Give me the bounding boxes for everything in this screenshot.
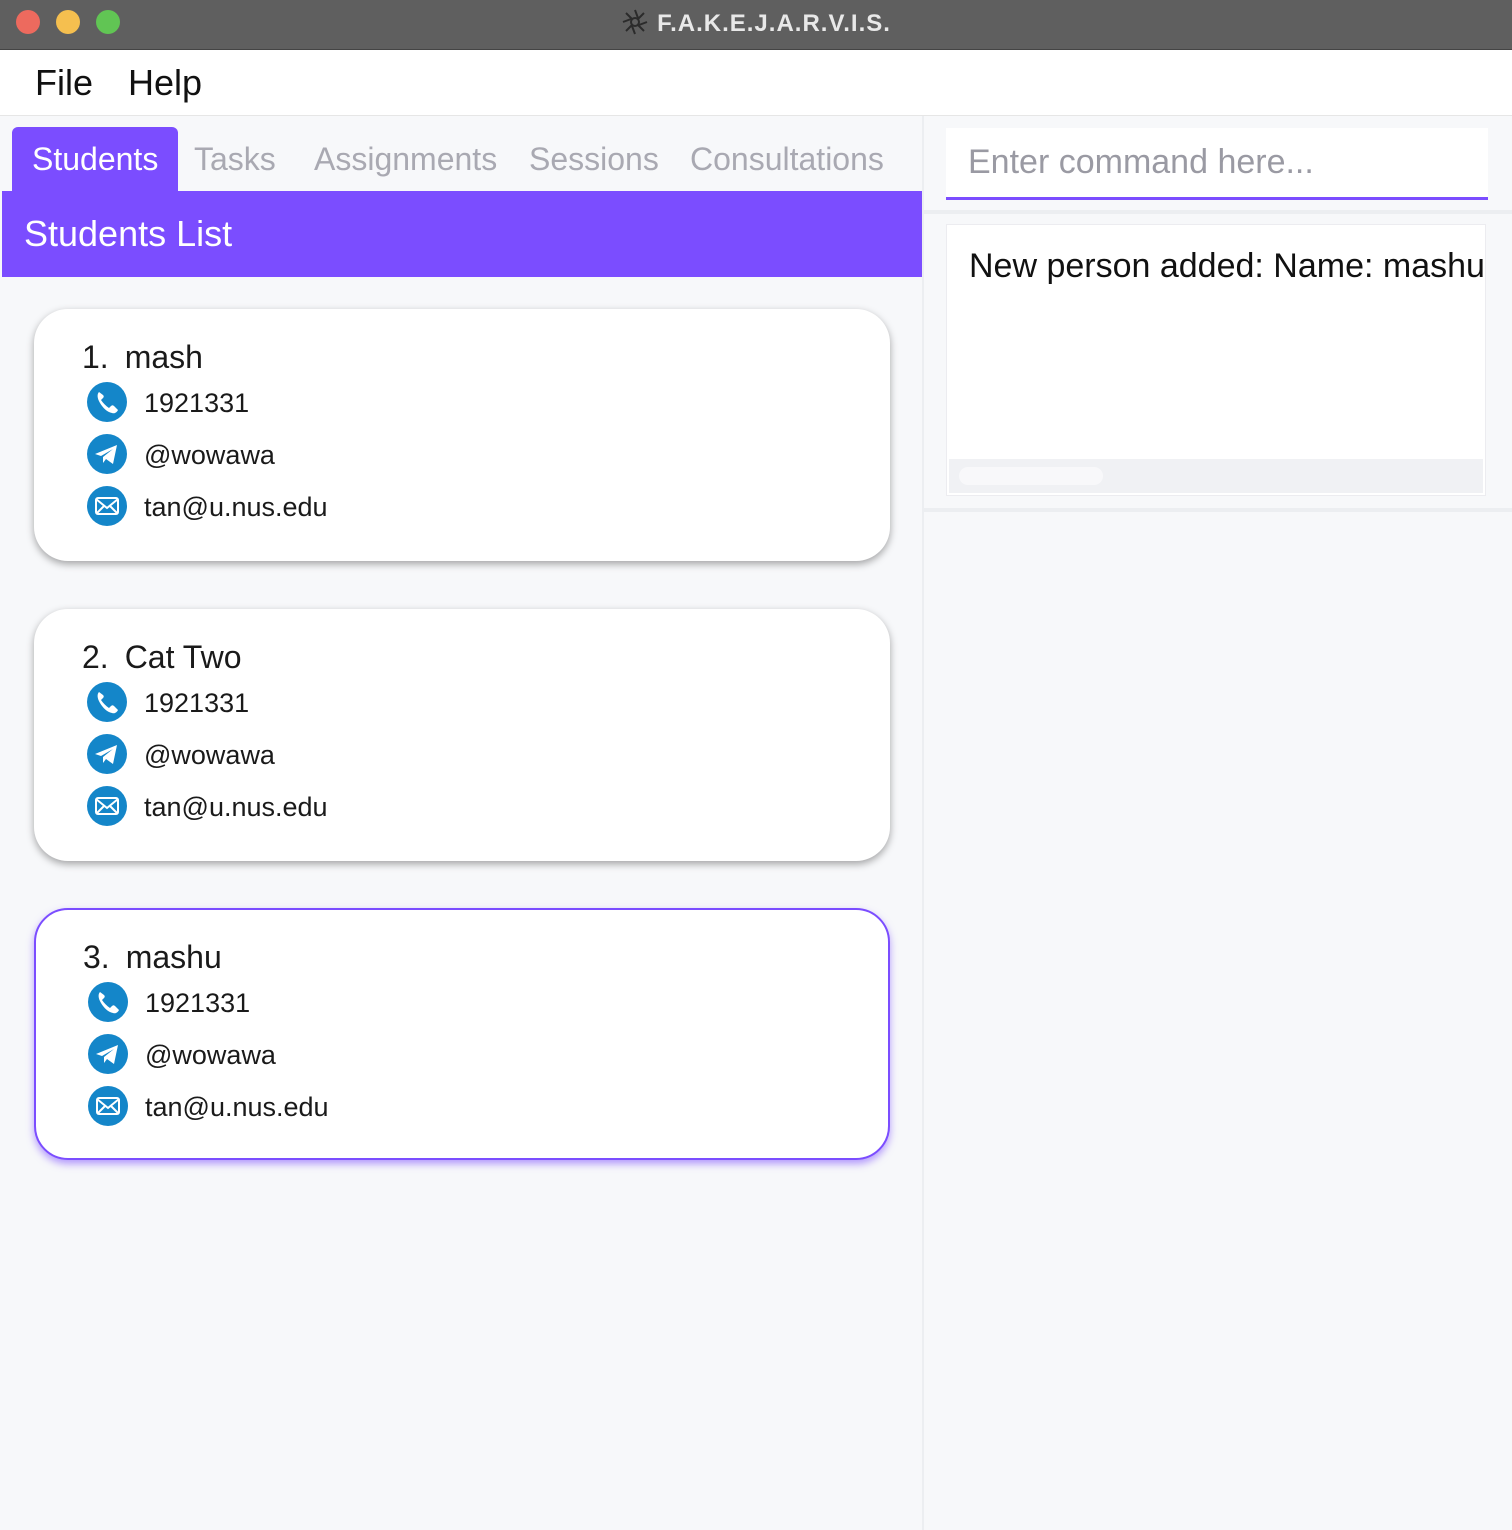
email-value: tan@u.nus.edu [144, 492, 328, 522]
menu-bar: File Help [0, 50, 1512, 116]
phone-icon [88, 982, 128, 1022]
window-title: F.A.K.E.J.A.R.V.I.S. [0, 8, 1512, 38]
phone-icon [87, 682, 127, 722]
student-name: mashu [125, 939, 222, 975]
email-icon [87, 786, 127, 826]
student-card-selected[interactable]: 3. mashu 1921331 @wowawa tan@u.nus.edu [34, 908, 890, 1160]
tab-sessions[interactable]: Sessions [529, 127, 659, 191]
student-card[interactable]: 2. Cat Two 1921331 @wowawa tan@u.nus.edu [34, 609, 890, 861]
telegram-value: @wowawa [145, 1040, 276, 1070]
left-panel: Students Tasks Assignments Sessions Cons… [0, 116, 922, 1530]
menu-file[interactable]: File [35, 62, 93, 104]
student-card[interactable]: 1. mash 1921331 @wowawa tan@u.nus.edu [34, 309, 890, 561]
email-icon [88, 1086, 128, 1126]
student-index: 2. [82, 639, 109, 675]
menu-help[interactable]: Help [128, 62, 202, 104]
app-logo-icon [622, 9, 648, 35]
student-index: 1. [82, 339, 109, 375]
student-name-line: 2. Cat Two [82, 639, 241, 676]
student-name-line: 3. mashu [83, 939, 222, 976]
phone-value: 1921331 [145, 988, 251, 1018]
tab-assignments[interactable]: Assignments [314, 127, 497, 191]
email-value: tan@u.nus.edu [145, 1092, 329, 1122]
tab-students[interactable]: Students [12, 127, 179, 191]
telegram-icon [87, 734, 127, 774]
result-text: New person added: Name: mashu; Phone: 19… [969, 247, 1486, 285]
student-name: mash [124, 339, 203, 375]
separator [924, 210, 1512, 214]
student-name: Cat Two [124, 639, 242, 675]
command-box [946, 128, 1488, 200]
scrollbar-thumb[interactable] [959, 467, 1103, 485]
student-name-line: 1. mash [82, 339, 203, 376]
tab-consultations[interactable]: Consultations [690, 127, 884, 191]
tab-tasks[interactable]: Tasks [194, 127, 276, 191]
horizontal-scrollbar[interactable] [949, 459, 1483, 493]
separator [924, 508, 1512, 512]
phone-value: 1921331 [144, 388, 250, 418]
window-title-text: F.A.K.E.J.A.R.V.I.S. [657, 10, 891, 37]
telegram-icon [88, 1034, 128, 1074]
telegram-icon [87, 434, 127, 474]
email-icon [87, 486, 127, 526]
phone-value: 1921331 [144, 688, 250, 718]
phone-icon [87, 382, 127, 422]
list-header: Students List [2, 191, 922, 277]
command-input[interactable] [946, 128, 1488, 197]
student-index: 3. [83, 939, 110, 975]
telegram-value: @wowawa [144, 740, 275, 770]
email-value: tan@u.nus.edu [144, 792, 328, 822]
list-title: Students List [24, 213, 233, 254]
right-panel: New person added: Name: mashu; Phone: 19… [924, 116, 1512, 1530]
result-display[interactable]: New person added: Name: mashu; Phone: 19… [946, 224, 1486, 496]
window-titlebar: F.A.K.E.J.A.R.V.I.S. [0, 0, 1512, 50]
telegram-value: @wowawa [144, 440, 275, 470]
